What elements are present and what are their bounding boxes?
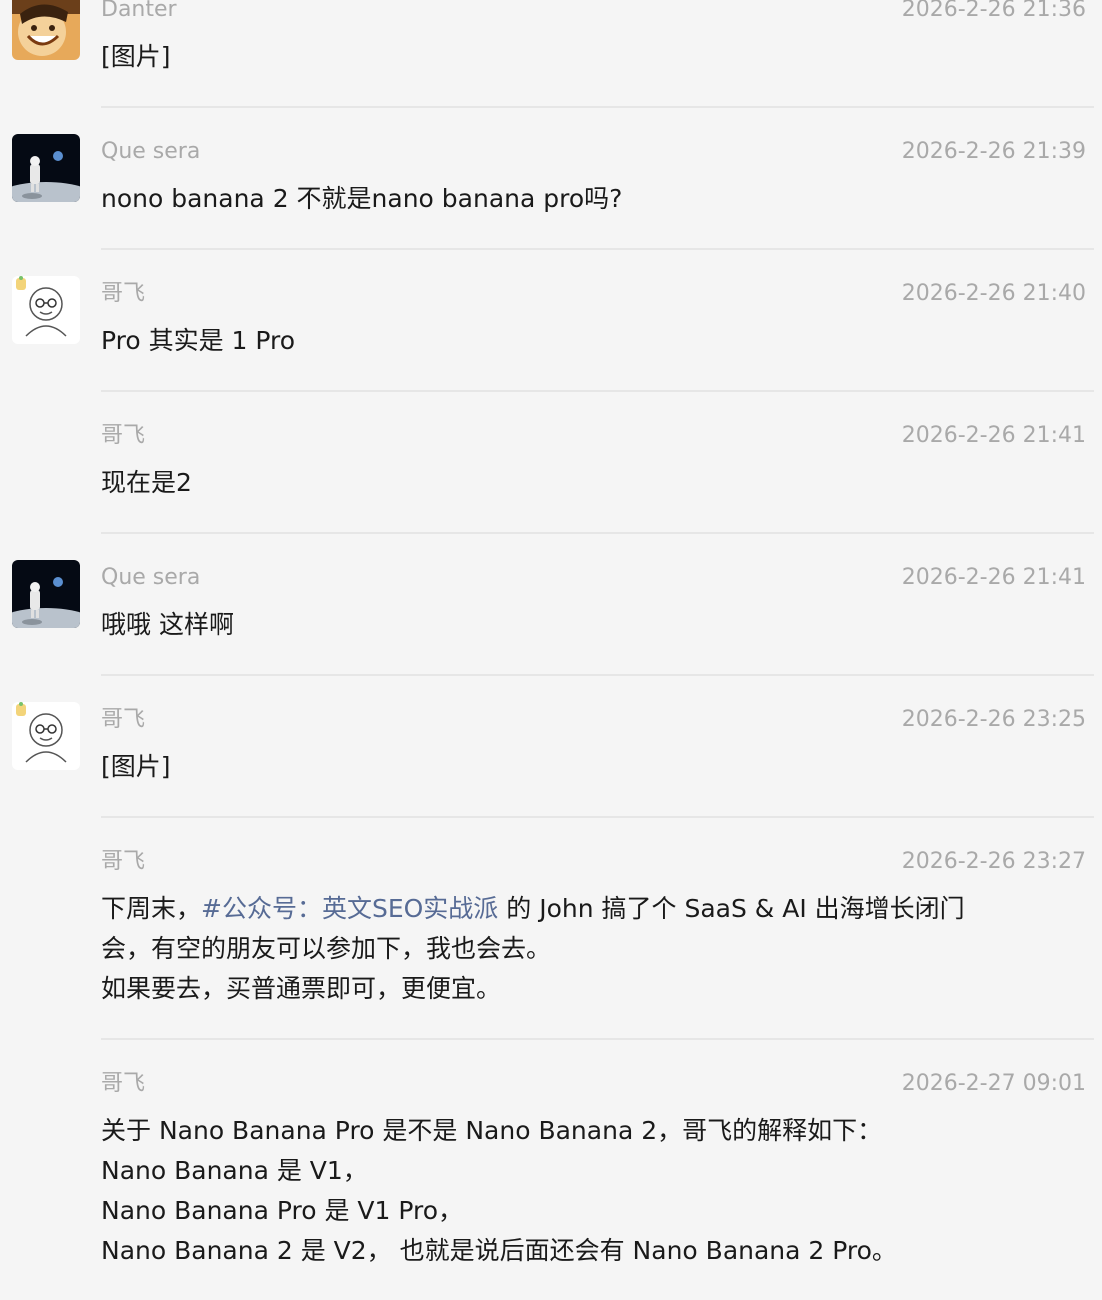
message-divider bbox=[101, 532, 1094, 534]
message-timestamp: 2026-2-26 23:27 bbox=[901, 849, 1086, 874]
message-line: nono banana 2 不就是nano banana pro吗? bbox=[101, 184, 623, 213]
sender-name[interactable]: 哥飞 bbox=[101, 848, 145, 876]
sender-name[interactable]: Que sera bbox=[101, 138, 200, 166]
message-divider bbox=[101, 1038, 1094, 1040]
message-divider bbox=[101, 248, 1094, 250]
message-line: Nano Banana Pro 是 V1 Pro， bbox=[101, 1196, 464, 1225]
message-timestamp: 2026-2-26 21:41 bbox=[901, 423, 1086, 448]
avatar[interactable] bbox=[12, 702, 80, 770]
sender-name[interactable]: 哥飞 bbox=[101, 1070, 145, 1098]
message-line: [图片] bbox=[101, 752, 171, 781]
message-line: Nano Banana 是 V1， bbox=[101, 1156, 368, 1185]
cartoon-face-avatar-icon bbox=[12, 0, 80, 60]
message-line: 现在是2 bbox=[101, 468, 192, 497]
chat-history-list: Danter 2026-2-26 21:36 [图片] Que sera 202… bbox=[0, 0, 1102, 1300]
message-timestamp: 2026-2-26 21:40 bbox=[901, 281, 1086, 306]
astronaut-moon-avatar-icon bbox=[12, 134, 80, 202]
message-text: 哦哦 这样啊 bbox=[101, 605, 1086, 645]
message-text: [图片] bbox=[101, 37, 1086, 77]
avatar[interactable] bbox=[12, 276, 80, 344]
message-line: 如果要去，买普通票即可，更便宜。 bbox=[101, 974, 502, 1003]
sender-name[interactable]: 哥飞 bbox=[101, 280, 145, 308]
message-text: Pro 其实是 1 Pro bbox=[101, 321, 1086, 361]
message-text: 现在是2 bbox=[101, 463, 1086, 503]
message-text-segment: 的 John 搞了个 SaaS & AI 出海增长闭门 bbox=[498, 894, 965, 923]
message-timestamp: 2026-2-26 21:39 bbox=[901, 139, 1086, 164]
message-divider bbox=[101, 390, 1094, 392]
message-line: 会，有空的朋友可以参加下，我也会去。 bbox=[101, 934, 552, 963]
message-text: [图片] bbox=[101, 747, 1086, 787]
astronaut-moon-avatar-icon bbox=[12, 560, 80, 628]
glasses-man-sketch-avatar-icon bbox=[12, 702, 80, 770]
avatar[interactable] bbox=[12, 0, 80, 60]
glasses-man-sketch-avatar-icon bbox=[12, 276, 80, 344]
message-timestamp: 2026-2-26 21:41 bbox=[901, 565, 1086, 590]
sender-name[interactable]: Danter bbox=[101, 0, 177, 24]
sender-name[interactable]: 哥飞 bbox=[101, 422, 145, 450]
message-divider bbox=[101, 106, 1094, 108]
sender-name[interactable]: 哥飞 bbox=[101, 706, 145, 734]
message-line: 关于 Nano Banana Pro 是不是 Nano Banana 2，哥飞的… bbox=[101, 1116, 883, 1145]
message-line: Pro 其实是 1 Pro bbox=[101, 326, 296, 355]
message-timestamp: 2026-2-26 23:25 bbox=[901, 707, 1086, 732]
message-timestamp: 2026-2-27 09:01 bbox=[901, 1071, 1086, 1096]
message-divider bbox=[101, 674, 1094, 676]
message-line: 下周末，#公众号：英文SEO实战派 的 John 搞了个 SaaS & AI 出… bbox=[101, 889, 1086, 929]
sender-name[interactable]: Que sera bbox=[101, 564, 200, 592]
message-text-segment: 下周末， bbox=[101, 894, 202, 923]
message-timestamp: 2026-2-26 21:36 bbox=[901, 0, 1086, 22]
message-line: Nano Banana 2 是 V2， 也就是说后面还会有 Nano Banan… bbox=[101, 1236, 897, 1265]
message-text: 下周末，#公众号：英文SEO实战派 的 John 搞了个 SaaS & AI 出… bbox=[101, 889, 1086, 1009]
avatar[interactable] bbox=[12, 134, 80, 202]
message-text: 关于 Nano Banana Pro 是不是 Nano Banana 2，哥飞的… bbox=[101, 1111, 1086, 1271]
message-divider bbox=[101, 816, 1094, 818]
message-line: [图片] bbox=[101, 42, 171, 71]
avatar[interactable] bbox=[12, 560, 80, 628]
hashtag-link[interactable]: #公众号：英文SEO实战派 bbox=[201, 894, 498, 923]
message-text: nono banana 2 不就是nano banana pro吗? bbox=[101, 179, 1086, 219]
message-line: 哦哦 这样啊 bbox=[101, 610, 234, 639]
